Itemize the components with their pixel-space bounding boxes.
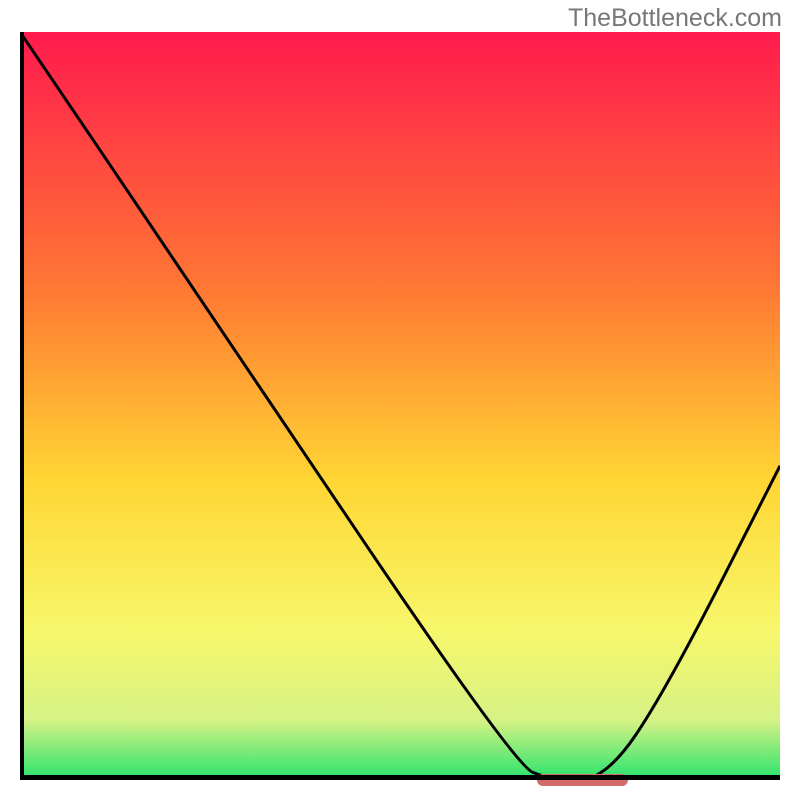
y-axis: [20, 32, 24, 780]
x-axis: [20, 775, 780, 780]
watermark-text: TheBottleneck.com: [568, 4, 782, 33]
curve-svg: [20, 32, 780, 780]
bottleneck-curve: [20, 32, 780, 780]
plot-area: [20, 32, 780, 780]
chart-container: TheBottleneck.com: [0, 0, 800, 800]
